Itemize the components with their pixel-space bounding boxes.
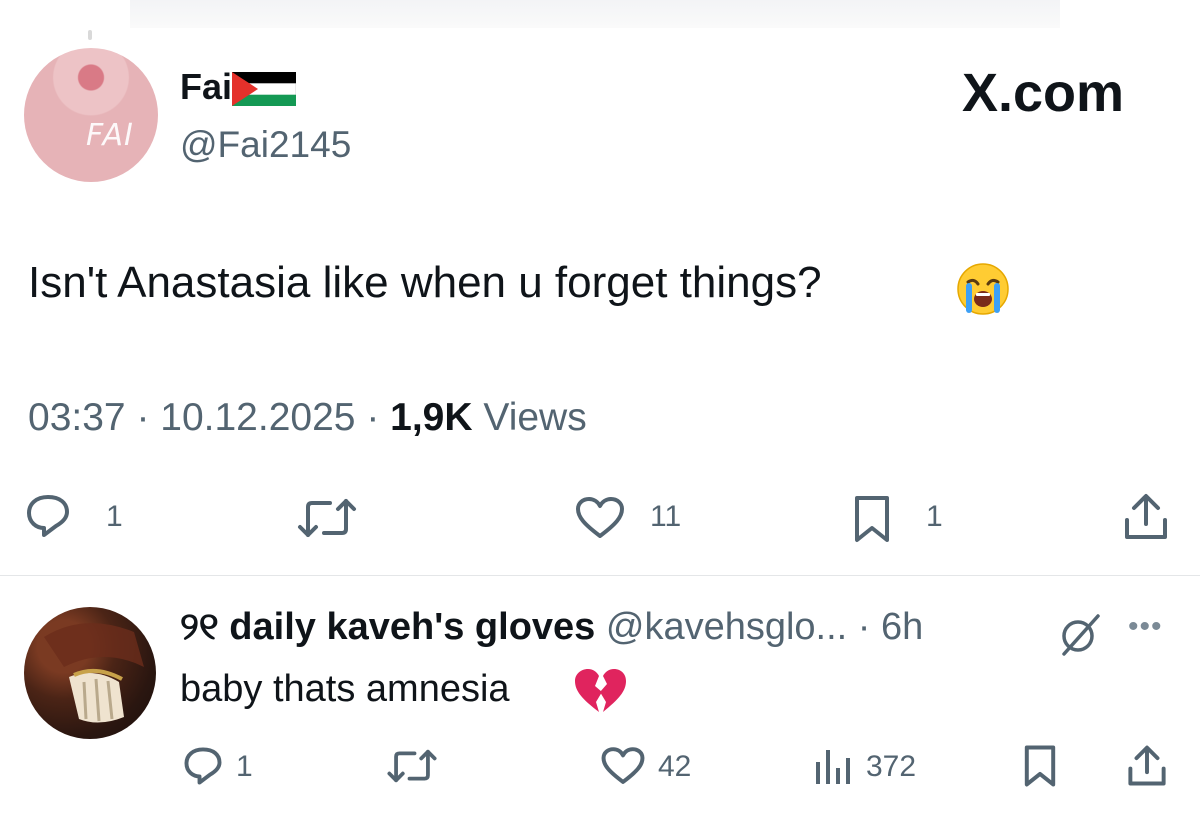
reply-bookmark-icon[interactable] (1022, 744, 1058, 788)
reply-views-count[interactable]: 372 (866, 750, 916, 784)
reply-reply-count[interactable]: 1 (236, 750, 253, 784)
tweet-time[interactable]: 03:37 (28, 396, 126, 439)
reply-author-handle[interactable]: @kavehsglo... (606, 606, 847, 648)
top-bar (130, 0, 1060, 28)
retweet-icon[interactable] (296, 497, 358, 539)
broken-heart-icon (575, 669, 626, 712)
tweet-meta: 03:37 · 10.12.2025 · 1,9K Views (28, 396, 587, 439)
avatar-mark: FAI (86, 118, 134, 153)
reply-text: baby thats amnesia (180, 668, 510, 710)
loudly-crying-face-icon (957, 263, 1009, 315)
reply-author-name[interactable]: daily kaveh's gloves (229, 606, 595, 648)
reply-like-count[interactable]: 42 (658, 750, 691, 784)
reply-avatar[interactable] (24, 607, 156, 739)
tweet-date[interactable]: 10.12.2025 (160, 396, 355, 439)
like-icon[interactable] (574, 496, 626, 540)
reply-header: ୨୧ daily kaveh's gloves @kavehsglo... · … (180, 606, 923, 649)
scroll-dot (88, 30, 92, 40)
reply-time[interactable]: 6h (881, 606, 923, 648)
reply-like-icon[interactable] (600, 746, 646, 786)
reply-count[interactable]: 1 (106, 500, 123, 534)
views-count: 1,9K (390, 396, 473, 439)
views-label: Views (483, 396, 587, 439)
share-icon[interactable] (1122, 492, 1170, 542)
reply-reply-icon[interactable] (182, 746, 224, 786)
x-brand-logo: X.com (962, 63, 1125, 123)
reply-retweet-icon[interactable] (386, 748, 438, 784)
reply-icon[interactable] (24, 493, 72, 539)
palestine-flag-icon (232, 72, 296, 106)
author-name[interactable]: Fai (180, 66, 232, 108)
reply-separator: · (857, 606, 871, 648)
author-handle[interactable]: @Fai2145 (180, 124, 351, 166)
tweet-text: Isn't Anastasia like when u forget thing… (28, 258, 822, 307)
more-options-icon[interactable]: ••• (1128, 610, 1163, 644)
bookmark-count[interactable]: 1 (926, 500, 943, 534)
reply-name-prefix: ୨୧ (180, 606, 219, 648)
bookmark-icon[interactable] (852, 494, 892, 544)
gloves-image-icon (44, 623, 144, 723)
like-count[interactable]: 11 (650, 500, 681, 534)
divider (0, 575, 1200, 576)
reply-views-icon[interactable] (814, 746, 854, 786)
grok-icon[interactable] (1058, 612, 1102, 658)
author-avatar[interactable]: FAI (24, 48, 158, 182)
reply-share-icon[interactable] (1126, 744, 1168, 788)
